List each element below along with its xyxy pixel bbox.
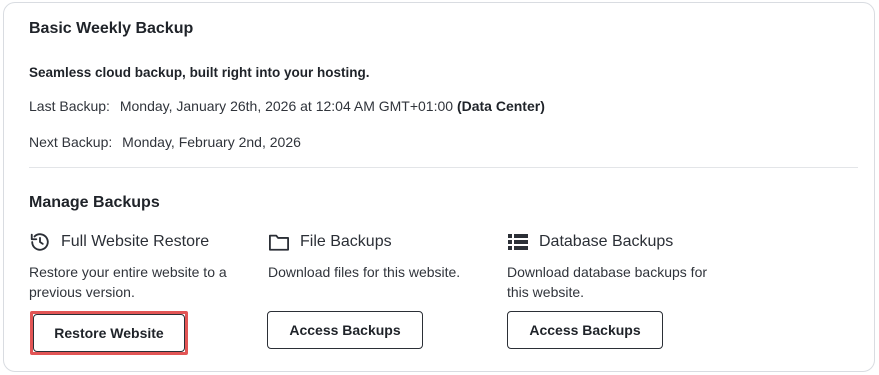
full-restore-option: Full Website Restore Restore your entire…: [29, 231, 249, 302]
database-backups-heading: Database Backups: [539, 233, 674, 250]
database-list-icon: [507, 231, 529, 253]
file-backups-option: File Backups Download files for this web…: [268, 231, 488, 282]
file-backups-description: Download files for this website.: [268, 264, 461, 280]
manage-backups-title: Manage Backups: [29, 194, 160, 211]
last-backup-row: Last Backup: Monday, January 26th, 2026 …: [29, 98, 545, 114]
file-access-backups-button[interactable]: Access Backups: [267, 311, 423, 349]
next-backup-row: Next Backup: Monday, February 2nd, 2026: [29, 134, 301, 150]
last-backup-location: (Data Center): [456, 98, 545, 114]
next-backup-label: Next Backup:: [29, 134, 113, 150]
restore-website-button[interactable]: Restore Website: [33, 314, 185, 352]
history-icon: [29, 231, 51, 253]
database-backups-option: Database Backups Download database backu…: [507, 231, 727, 302]
full-restore-description: Restore your entire website to a previou…: [29, 264, 227, 300]
backup-card: Basic Weekly Backup Seamless cloud backu…: [3, 2, 875, 372]
card-title: Basic Weekly Backup: [29, 20, 194, 37]
next-backup-value: Monday, February 2nd, 2026: [122, 134, 301, 150]
file-backups-heading: File Backups: [300, 233, 392, 250]
section-divider: [29, 167, 858, 168]
last-backup-value: Monday, January 26th, 2026 at 12:04 AM G…: [119, 98, 454, 114]
last-backup-label: Last Backup:: [29, 98, 110, 114]
database-backups-description: Download database backups for this websi…: [507, 264, 708, 300]
database-access-backups-button[interactable]: Access Backups: [507, 311, 663, 349]
backup-tagline: Seamless cloud backup, built right into …: [29, 65, 370, 80]
folder-icon: [268, 231, 290, 253]
full-restore-heading: Full Website Restore: [61, 233, 210, 250]
